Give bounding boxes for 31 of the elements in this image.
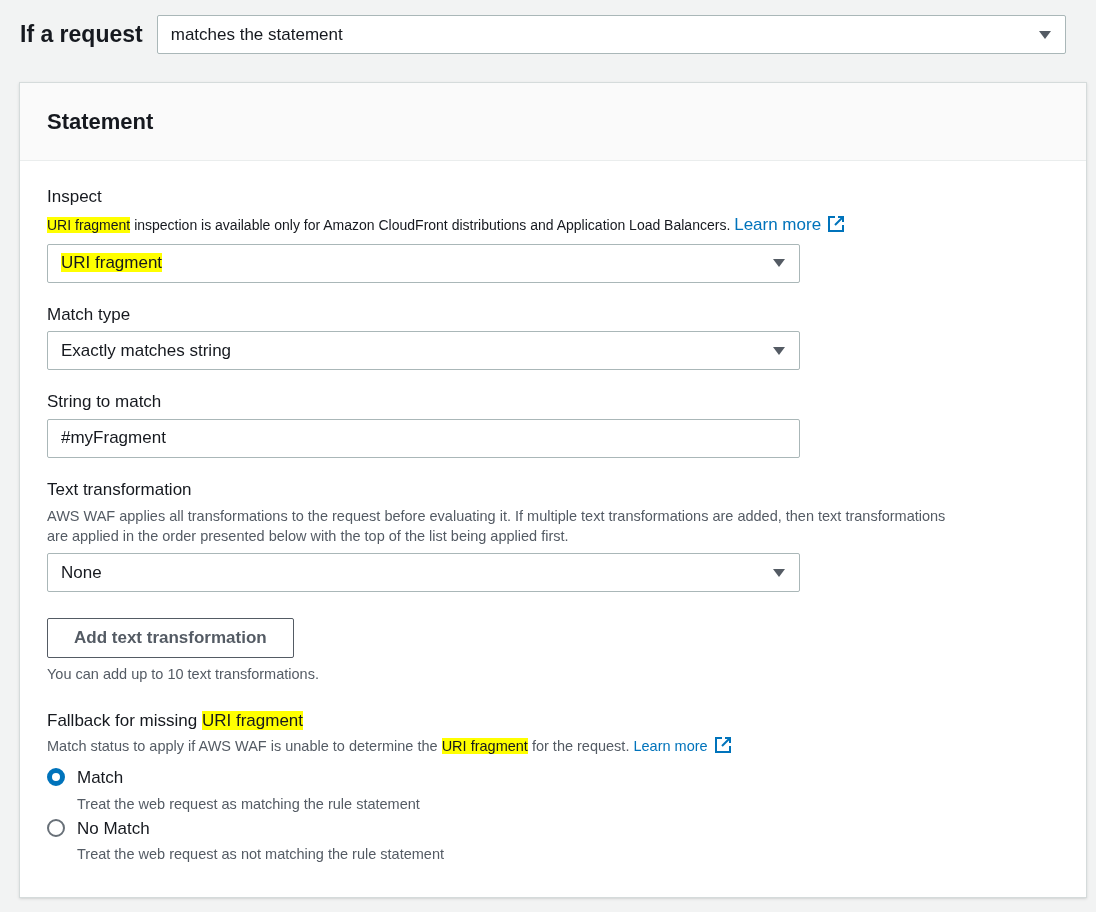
field-label: Match type	[47, 303, 132, 326]
radio-button[interactable]	[47, 768, 65, 787]
field-description: Match status to apply if AWS WAF is unable to determine the URI fragment for the request. Learn more	[47, 735, 1059, 758]
select-dropdown[interactable]: None	[47, 553, 800, 592]
radio-description: Treat the web request as not matching the rule statement	[77, 845, 444, 864]
external-link-icon	[713, 736, 732, 755]
learn-more-link[interactable]: Learn more	[734, 214, 846, 234]
select-dropdown[interactable]: Exactly matches string	[47, 331, 800, 370]
radio-label: No Match	[77, 817, 151, 840]
field-label: Text transformation	[47, 478, 193, 501]
caret-down-icon	[772, 345, 786, 356]
learn-more-link[interactable]: Learn more	[633, 738, 732, 755]
condition-dropdown[interactable]: matches the statement	[156, 15, 1066, 54]
add-text-transformation-button[interactable]: Add text transformation	[47, 618, 294, 658]
field-label: Inspect	[47, 186, 103, 208]
field-label: Fallback for missing URI fragment	[47, 709, 305, 732]
string-input[interactable]: #myFragment	[47, 418, 800, 458]
caret-down-icon	[1038, 29, 1052, 40]
caret-down-icon	[772, 258, 786, 268]
radio-description: Treat the web request as matching the rule statement	[77, 794, 420, 814]
field-label: String to match	[47, 391, 163, 413]
condition-label: If a request	[20, 20, 143, 50]
field-description: AWS WAF applies all transformations to the request before evaluating it. If multiple text transformations are added, then text transformations are applied in the order presented below with the top of the list being applied first.	[47, 507, 947, 546]
card-title: Statement	[47, 108, 154, 136]
radio-button[interactable]	[47, 818, 65, 837]
select-dropdown[interactable]: URI fragment	[47, 243, 800, 283]
field-description: URI fragment inspection is available only for Amazon CloudFront distributions and Application Load Balancers. Learn more	[47, 213, 1059, 236]
caret-down-icon	[772, 567, 786, 578]
button-hint: You can add up to 10 text transformations.	[47, 665, 320, 684]
external-link-icon	[827, 214, 846, 233]
radio-label: Match	[77, 767, 125, 790]
